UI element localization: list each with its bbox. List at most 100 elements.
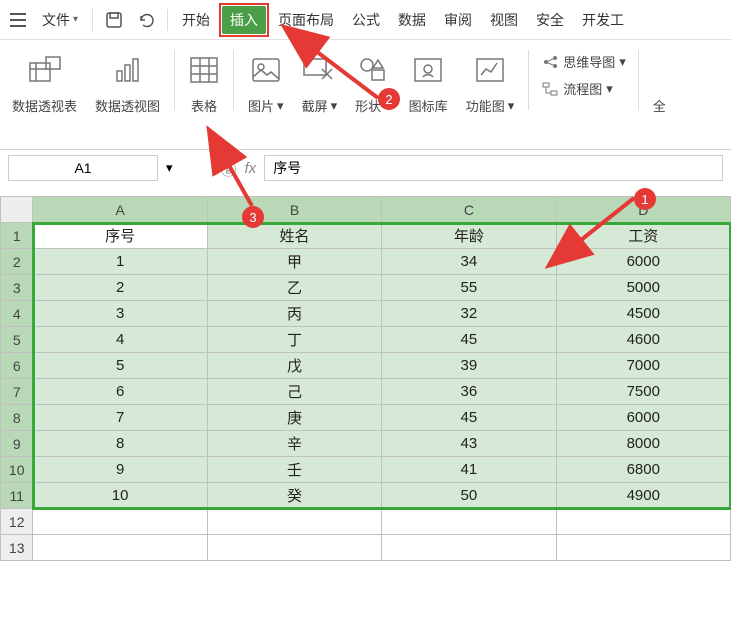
cell[interactable] — [207, 509, 381, 535]
cell[interactable]: 年龄 — [382, 223, 556, 249]
row-header[interactable]: 6 — [1, 353, 33, 379]
ribbon-truncated[interactable]: 全 — [645, 50, 674, 115]
cell[interactable]: 甲 — [207, 249, 381, 275]
tab-review[interactable]: 审阅 — [436, 6, 480, 34]
cell[interactable]: 辛 — [207, 431, 381, 457]
cell[interactable] — [207, 535, 381, 561]
cell[interactable]: 6 — [33, 379, 207, 405]
cell[interactable]: 4500 — [556, 301, 730, 327]
formula-bar: ▾ ⓖ fx — [0, 150, 731, 186]
cell[interactable]: 丁 — [207, 327, 381, 353]
cell[interactable]: 4 — [33, 327, 207, 353]
cell[interactable]: 7 — [33, 405, 207, 431]
cell[interactable]: 6000 — [556, 405, 730, 431]
cell[interactable]: 7000 — [556, 353, 730, 379]
cell[interactable]: 3 — [33, 301, 207, 327]
cell[interactable]: 45 — [382, 405, 556, 431]
hamburger-icon[interactable] — [4, 9, 32, 31]
cell[interactable]: 8000 — [556, 431, 730, 457]
cell[interactable]: 1 — [33, 249, 207, 275]
row-header[interactable]: 5 — [1, 327, 33, 353]
cell[interactable]: 9 — [33, 457, 207, 483]
save-icon[interactable] — [99, 7, 129, 33]
cell[interactable]: 姓名 — [207, 223, 381, 249]
ribbon-iconlib[interactable]: 图标库 — [401, 50, 456, 115]
fx-icon[interactable]: fx — [245, 160, 257, 177]
ribbon-feature-chart[interactable]: 功能图▾ — [458, 50, 523, 115]
cell[interactable]: 5000 — [556, 275, 730, 301]
select-all-corner[interactable] — [1, 197, 33, 223]
cell[interactable]: 36 — [382, 379, 556, 405]
row-header[interactable]: 12 — [1, 509, 33, 535]
cell[interactable]: 4600 — [556, 327, 730, 353]
row-header[interactable]: 10 — [1, 457, 33, 483]
ribbon-screenshot[interactable]: 截屏▾ — [294, 50, 346, 115]
cell[interactable]: 10 — [33, 483, 207, 509]
ribbon-pivot-table[interactable]: 数据透视表 — [4, 50, 85, 115]
cell[interactable] — [556, 535, 730, 561]
cell[interactable]: 丙 — [207, 301, 381, 327]
tab-data[interactable]: 数据 — [390, 6, 434, 34]
cell[interactable]: 34 — [382, 249, 556, 275]
tab-security[interactable]: 安全 — [528, 6, 572, 34]
cell[interactable]: 庚 — [207, 405, 381, 431]
grid[interactable]: ABCD1序号姓名年龄工资21甲34600032乙55500043丙324500… — [0, 196, 731, 561]
cell[interactable]: 7500 — [556, 379, 730, 405]
cell[interactable]: 戊 — [207, 353, 381, 379]
cell[interactable]: 4900 — [556, 483, 730, 509]
cell[interactable]: 序号 — [33, 223, 207, 249]
cell[interactable]: 8 — [33, 431, 207, 457]
cell[interactable] — [556, 509, 730, 535]
row-header[interactable]: 8 — [1, 405, 33, 431]
formula-input[interactable] — [264, 155, 723, 181]
ribbon-pivot-chart[interactable]: 数据透视图 — [87, 50, 168, 115]
ribbon-flowchart[interactable]: 流程图▾ — [541, 77, 626, 100]
cell[interactable]: 癸 — [207, 483, 381, 509]
cell[interactable]: 己 — [207, 379, 381, 405]
cell[interactable]: 壬 — [207, 457, 381, 483]
row-header[interactable]: 9 — [1, 431, 33, 457]
tab-developer[interactable]: 开发工 — [574, 6, 632, 34]
tab-insert[interactable]: 插入 — [222, 6, 266, 34]
column-header[interactable]: C — [382, 197, 556, 223]
cell[interactable]: 50 — [382, 483, 556, 509]
ribbon-label: 图标库 — [409, 96, 448, 115]
cell[interactable]: 乙 — [207, 275, 381, 301]
cell[interactable]: 6000 — [556, 249, 730, 275]
row-header[interactable]: 3 — [1, 275, 33, 301]
chevron-down-icon[interactable]: ▾ — [166, 160, 173, 176]
row-header[interactable]: 4 — [1, 301, 33, 327]
cell[interactable]: 55 — [382, 275, 556, 301]
file-menu[interactable]: 文件▾ — [34, 6, 86, 34]
cell[interactable]: 2 — [33, 275, 207, 301]
search-icon[interactable]: ⓖ — [221, 156, 237, 180]
ribbon-picture[interactable]: 图片▾ — [240, 50, 292, 115]
cell[interactable]: 41 — [382, 457, 556, 483]
cell[interactable]: 43 — [382, 431, 556, 457]
column-header[interactable]: A — [33, 197, 207, 223]
row-header[interactable]: 11 — [1, 483, 33, 509]
ribbon-table[interactable]: 表格 — [181, 50, 227, 115]
ribbon-mindmap[interactable]: 思维导图▾ — [541, 50, 626, 73]
cell[interactable]: 45 — [382, 327, 556, 353]
cell[interactable]: 39 — [382, 353, 556, 379]
cell[interactable] — [382, 535, 556, 561]
cell[interactable]: 工资 — [556, 223, 730, 249]
cell[interactable] — [33, 509, 207, 535]
column-header[interactable]: B — [207, 197, 381, 223]
row-header[interactable]: 2 — [1, 249, 33, 275]
undo-icon[interactable] — [131, 8, 161, 32]
tab-formula[interactable]: 公式 — [344, 6, 388, 34]
row-header[interactable]: 13 — [1, 535, 33, 561]
cell[interactable] — [33, 535, 207, 561]
cell-reference-input[interactable] — [8, 155, 158, 181]
row-header[interactable]: 1 — [1, 223, 33, 249]
cell[interactable]: 5 — [33, 353, 207, 379]
tab-start[interactable]: 开始 — [174, 6, 218, 34]
tab-pagelayout[interactable]: 页面布局 — [270, 6, 342, 34]
row-header[interactable]: 7 — [1, 379, 33, 405]
cell[interactable]: 32 — [382, 301, 556, 327]
tab-view[interactable]: 视图 — [482, 6, 526, 34]
cell[interactable]: 6800 — [556, 457, 730, 483]
cell[interactable] — [382, 509, 556, 535]
